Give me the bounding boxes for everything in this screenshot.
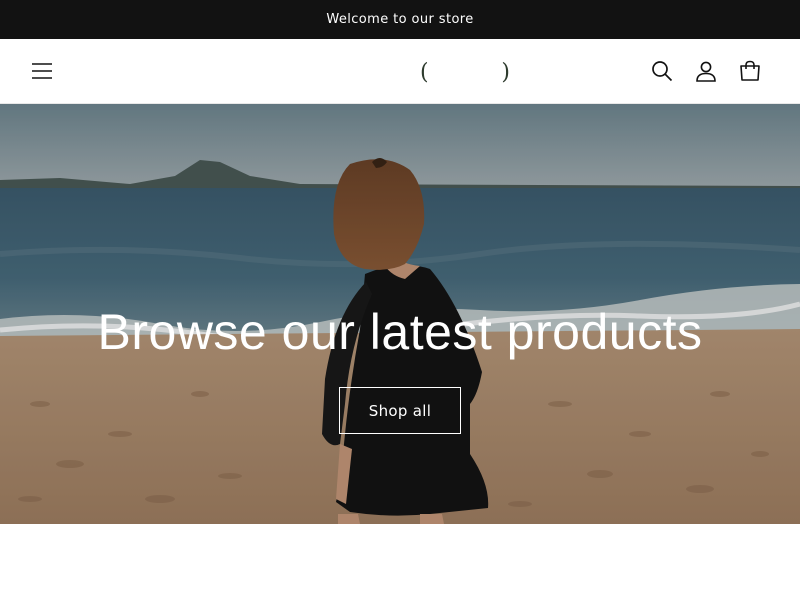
announcement-text: Welcome to our store [326,12,474,27]
logo-left-mark: ( [420,59,429,85]
shop-all-button[interactable]: Shop all [339,387,461,434]
cart-icon [740,60,760,81]
hamburger-menu-icon [32,63,52,79]
account-icon [696,61,716,82]
hero-banner: Browse our latest products Shop all [0,104,800,524]
search-button[interactable] [647,56,677,86]
cart-button[interactable] [735,56,765,86]
hero-heading: Browse our latest products [97,304,703,360]
content-section [0,524,800,600]
account-button[interactable] [691,56,721,86]
site-header: ( ) [0,39,800,104]
announcement-bar: Welcome to our store [0,0,800,39]
menu-button[interactable] [27,56,57,86]
store-logo[interactable]: ( ) [420,58,510,86]
search-icon [652,61,673,82]
logo-right-mark: ) [501,59,510,85]
